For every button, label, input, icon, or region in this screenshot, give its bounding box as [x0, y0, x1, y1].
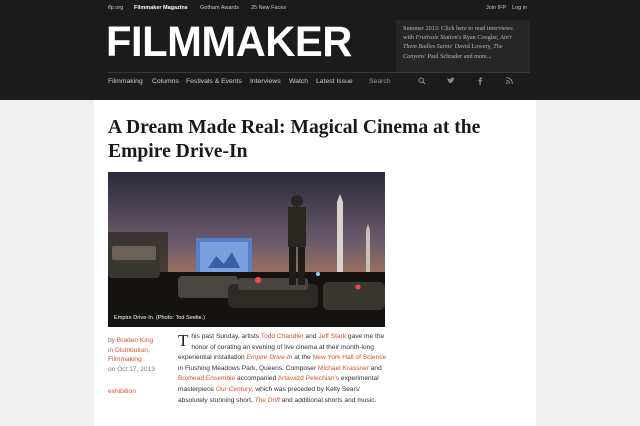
link-todd-chandler[interactable]: Todd Chandler — [261, 333, 304, 340]
promo-text-3: Paul Schrader and more... — [425, 52, 492, 60]
link-michael-krassner[interactable]: Michael Krassner — [318, 365, 369, 372]
meta-date-prefix: on — [108, 365, 118, 373]
nav-item-festivals-events[interactable]: Festivals & Events — [186, 78, 242, 85]
nav-item-interviews[interactable]: Interviews — [250, 78, 281, 85]
link-artavazd-pelechian[interactable]: Artavazd Pelechian's — [278, 375, 339, 382]
body-text: his past Sunday, artists — [191, 333, 261, 340]
body-text: and additional shorts and music. — [279, 396, 377, 404]
article-title: A Dream Made Real: Magical Cinema at the… — [108, 117, 481, 162]
category-link-filmmaking[interactable]: Filmmaking — [108, 356, 142, 363]
body-text: and — [368, 364, 382, 372]
twitter-icon[interactable] — [446, 77, 456, 87]
login-link[interactable]: Log in — [512, 5, 527, 11]
main-nav: Filmmaking Columns Festivals & Events In… — [108, 77, 530, 90]
link-new-york-hall-of-science[interactable]: New York Hall of Science — [313, 354, 387, 361]
hero-caption: Empire Drive-In. (Photo: Tod Seelie.) — [114, 315, 205, 321]
site-header: ifp.org Filmmaker Magazine Gotham Awards… — [0, 0, 640, 100]
promo-film-1: Fruitvale Station's — [415, 34, 462, 42]
author-link[interactable]: Braden King — [117, 337, 153, 344]
nav-item-filmmaking[interactable]: Filmmaking — [108, 78, 143, 85]
facebook-icon[interactable] — [475, 77, 485, 87]
link-empire-drive-in[interactable]: Empire Drive-In — [247, 354, 293, 361]
category-link-distribution[interactable]: Distribution — [115, 347, 148, 354]
join-link[interactable]: Join IFP — [486, 5, 506, 11]
promo-box[interactable]: Summer 2013: Click here to read intervie… — [396, 20, 530, 72]
utility-link-gotham-awards[interactable]: Gotham Awards — [200, 5, 239, 11]
link-our-century[interactable]: Our Century — [216, 386, 252, 393]
article-body: This past Sunday, artists Todd Chandler … — [178, 332, 388, 406]
utility-link-25-new-faces[interactable]: 25 New Faces — [251, 5, 286, 11]
body-text: at the — [292, 354, 313, 362]
site-logo[interactable]: FILMMAKER — [106, 18, 352, 66]
tag-link-exhibition[interactable]: exhibition — [108, 387, 136, 397]
drop-cap: T — [178, 331, 189, 350]
search-input[interactable]: Search — [369, 78, 391, 85]
nav-item-columns[interactable]: Columns — [152, 78, 179, 85]
nav-item-latest-issue[interactable]: Latest Issue — [316, 78, 353, 85]
header-divider — [108, 72, 530, 73]
nav-item-watch[interactable]: Watch — [289, 78, 308, 85]
search-icon[interactable] — [417, 77, 427, 87]
rss-icon[interactable] — [504, 77, 514, 87]
meta-by: by — [108, 337, 117, 344]
body-text: accompanied — [235, 375, 278, 383]
promo-text-1: Ryan Coogler, — [461, 34, 501, 42]
link-jeff-stark[interactable]: Jeff Stark — [318, 333, 346, 340]
link-the-drift[interactable]: The Drift — [255, 397, 280, 404]
utility-link-filmmaker-magazine[interactable]: Filmmaker Magazine — [134, 5, 188, 11]
promo-text-2: David Lowery, — [453, 43, 494, 51]
link-boxhead-ensemble[interactable]: Boxhead Ensemble — [178, 375, 235, 382]
article-meta: by Braden King in Distribution, Filmmaki… — [108, 337, 155, 395]
body-text: and — [303, 333, 319, 340]
body-text: in Flushing Meadows Park, Queens. Compos… — [178, 364, 318, 372]
hero-photo: Empire Drive-In. (Photo: Tod Seelie.) — [108, 172, 385, 327]
utility-nav: ifp.org Filmmaker Magazine Gotham Awards… — [108, 5, 528, 15]
meta-in: in — [108, 346, 115, 354]
article-content: A Dream Made Real: Magical Cinema at the… — [94, 100, 536, 426]
article-date: Oct 17, 2013 — [117, 365, 155, 373]
utility-link-ifp[interactable]: ifp.org — [108, 5, 123, 11]
